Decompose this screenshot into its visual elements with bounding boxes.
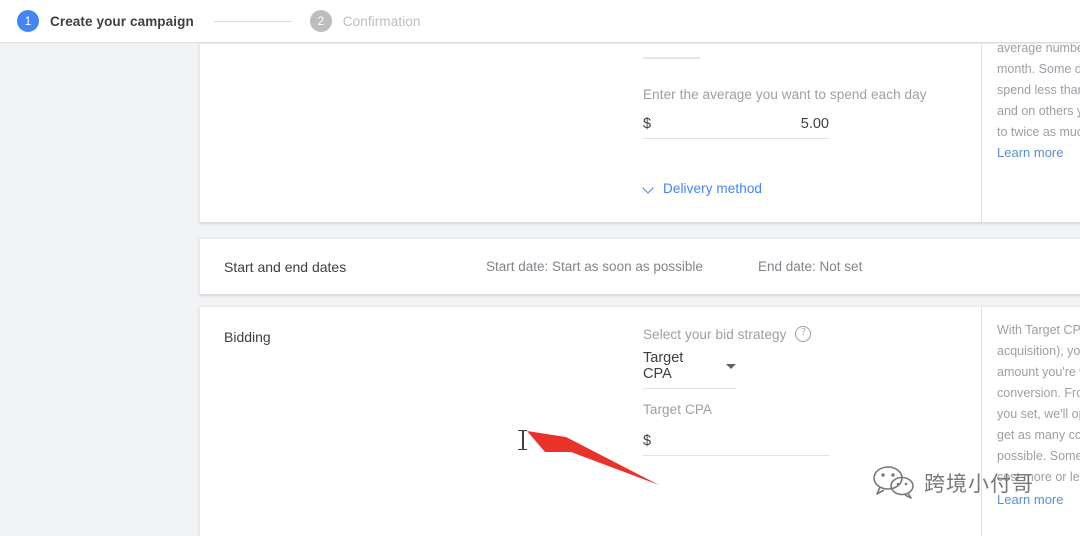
- bid-strategy-label-row: Select your bid strategy ?: [643, 326, 812, 342]
- bidding-card-main: Select your bid strategy ? Target CPA Ta…: [443, 307, 981, 536]
- daily-budget-label: Enter the average you want to spend each…: [643, 87, 927, 102]
- bidding-help-line: With Target CPA: [997, 323, 1080, 337]
- stepper-step-confirmation[interactable]: 2 Confirmation: [309, 10, 421, 32]
- text-ibeam-cursor: [518, 430, 527, 450]
- budget-help-line: spend less than y: [997, 83, 1080, 97]
- help-circle-icon[interactable]: ?: [795, 326, 812, 342]
- bidding-help-line: you set, we'll opti: [997, 407, 1080, 421]
- budget-help-line: month. Some day: [997, 62, 1080, 76]
- dates-card[interactable]: Start and end dates Start date: Start as…: [199, 238, 1080, 295]
- bidding-help-line: get as many conv: [997, 428, 1080, 442]
- bidding-card-title: Bidding: [224, 329, 271, 345]
- budget-card-title: [200, 44, 443, 222]
- delivery-method-toggle[interactable]: Delivery method: [643, 181, 762, 196]
- bid-strategy-value: Target CPA: [643, 350, 684, 382]
- dates-card-main: Start date: Start as soon as possible En…: [443, 259, 862, 274]
- stepper-step-1-label: Create your campaign: [50, 13, 194, 29]
- campaign-setup-screen: 1 Create your campaign 2 Confirmation En…: [0, 0, 1080, 536]
- start-date-value: Start date: Start as soon as possible: [486, 259, 703, 274]
- bidding-help-line: acquisition), you: [997, 344, 1080, 358]
- daily-budget-input[interactable]: $ 5.00: [643, 116, 829, 139]
- stepper-connector-line: [213, 20, 292, 22]
- budget-help-line: to twice as much: [997, 125, 1080, 139]
- budget-help-line: and on others yo: [997, 104, 1080, 118]
- watermark-text: 跨境小付哥: [924, 471, 1034, 496]
- bid-strategy-select[interactable]: Target CPA: [643, 350, 736, 389]
- delivery-method-label: Delivery method: [663, 181, 763, 196]
- watermark: 跨境小付哥: [872, 466, 1034, 499]
- stepper-step-create-campaign[interactable]: 1 Create your campaign: [0, 10, 194, 32]
- scrolled-off-field-underline: [643, 57, 700, 59]
- budget-learn-more-link[interactable]: Learn more: [997, 145, 1080, 160]
- chevron-down-icon: [643, 183, 655, 195]
- daily-budget-value: 5.00: [800, 116, 829, 132]
- currency-symbol: $: [643, 433, 652, 449]
- stepper-step-2-number: 2: [309, 10, 332, 32]
- chevron-down-icon: [726, 363, 736, 369]
- bidding-help-panel: With Target CPA acquisition), you amount…: [981, 307, 1080, 536]
- stepper-step-1-number: 1: [17, 10, 39, 32]
- budget-card: Enter the average you want to spend each…: [199, 43, 1080, 223]
- target-cpa-label: Target CPA: [643, 402, 713, 417]
- budget-help-panel: average number month. Some day spend les…: [981, 44, 1080, 222]
- currency-symbol: $: [643, 116, 652, 132]
- dates-card-title: Start and end dates: [224, 258, 347, 275]
- bidding-help-line: amount you're wi: [997, 365, 1080, 379]
- bidding-card: Bidding Select your bid strategy ? Targe…: [199, 306, 1080, 536]
- bidding-help-line: conversion. From: [997, 386, 1080, 400]
- budget-card-main: Enter the average you want to spend each…: [443, 44, 981, 222]
- campaign-stepper: 1 Create your campaign 2 Confirmation: [0, 0, 1080, 43]
- budget-help-line: average number: [997, 44, 1080, 55]
- wechat-icon: [873, 466, 914, 499]
- stepper-step-2-label: Confirmation: [342, 13, 421, 29]
- target-cpa-input[interactable]: $: [643, 433, 829, 456]
- end-date-value: End date: Not set: [758, 259, 863, 274]
- page-body: Enter the average you want to spend each…: [0, 43, 1080, 536]
- bidding-help-line: possible. Some c: [997, 449, 1080, 463]
- bid-strategy-label: Select your bid strategy: [643, 326, 787, 342]
- settings-card-column: Enter the average you want to spend each…: [199, 43, 1080, 536]
